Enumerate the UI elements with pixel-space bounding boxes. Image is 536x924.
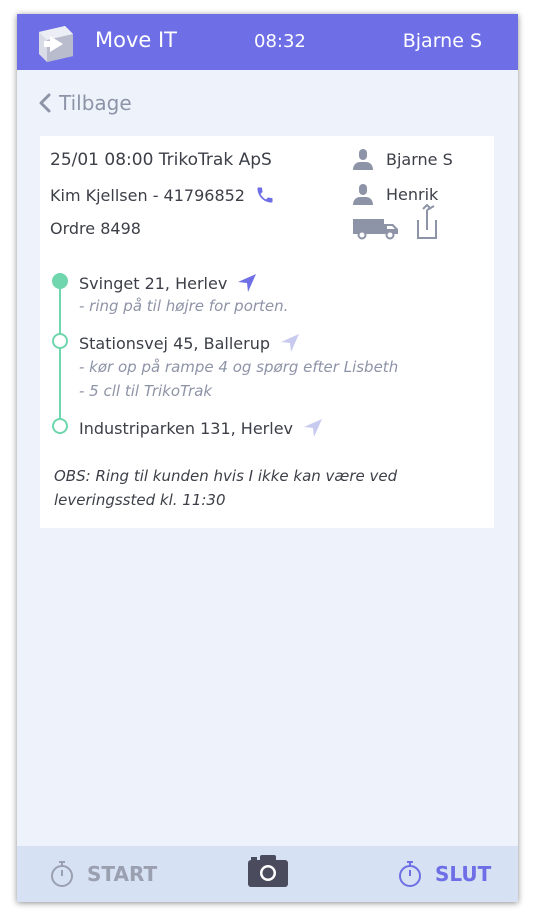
job-card: 25/01 08:00 TrikoTrak ApS Kim Kjellsen -… — [40, 136, 494, 528]
package-icon — [417, 204, 437, 239]
stop-note: - 5 cll til TrikoTrak — [79, 382, 213, 400]
start-button[interactable]: START — [49, 860, 157, 888]
start-label: START — [87, 862, 158, 886]
chevron-left-icon — [39, 93, 51, 113]
crew-name: Bjarne S — [386, 149, 453, 169]
navigation-arrow-icon[interactable] — [303, 418, 323, 438]
stop-address: Svinget 21, Herlev — [79, 273, 228, 293]
app-logo-icon — [39, 26, 73, 62]
stop-address: Industriparken 131, Herlev — [79, 418, 294, 438]
route-stop: Industriparken 131, Herlev — [79, 418, 323, 438]
app-header: Move IT 08:32 Bjarne S — [17, 14, 518, 70]
end-button[interactable]: SLUT — [397, 860, 491, 888]
back-label: Tilbage — [59, 91, 132, 115]
route-stop: Stationsvej 45, Ballerup — [79, 333, 300, 353]
route-stop: Svinget 21, Herlev — [79, 273, 257, 293]
crew-name: Henrik — [386, 184, 439, 204]
job-contact: Kim Kjellsen - 41796852 — [50, 185, 275, 205]
app-title: Move IT — [95, 28, 178, 52]
route-stop-marker — [52, 418, 68, 434]
order-number: Ordre 8498 — [50, 219, 141, 238]
navigation-arrow-icon[interactable] — [237, 273, 257, 293]
end-label: SLUT — [435, 862, 492, 886]
job-title: 25/01 08:00 TrikoTrak ApS — [50, 150, 272, 170]
phone-icon[interactable] — [255, 185, 275, 205]
person-icon — [353, 149, 373, 170]
observation-note: OBS: Ring til kunden hvis I ikke kan vær… — [54, 467, 398, 509]
camera-icon[interactable] — [247, 854, 289, 888]
footer-bar: START SLUT — [17, 846, 518, 902]
stopwatch-icon — [51, 861, 73, 887]
person-icon — [353, 184, 373, 205]
truck-icon — [353, 219, 398, 240]
crew-member-2: Henrik — [352, 183, 438, 205]
stop-note: - ring på til højre for porten. — [79, 297, 289, 315]
app-screen: Move IT 08:32 Bjarne S Tilbage 25/01 08:… — [17, 14, 518, 902]
navigation-arrow-icon[interactable] — [280, 333, 300, 353]
crew-member-1: Bjarne S — [352, 148, 453, 170]
clock: 08:32 — [254, 31, 306, 52]
back-button[interactable]: Tilbage — [39, 91, 132, 115]
current-user: Bjarne S — [402, 30, 482, 52]
contact-text: Kim Kjellsen - 41796852 — [50, 185, 245, 205]
stop-address: Stationsvej 45, Ballerup — [79, 333, 270, 353]
route-stop-marker — [52, 333, 68, 349]
route-line — [59, 282, 61, 426]
stop-note: - kør op på rampe 4 og spørg efter Lisbe… — [79, 358, 399, 376]
route-stop-marker — [52, 273, 68, 289]
stopwatch-icon — [399, 861, 421, 887]
